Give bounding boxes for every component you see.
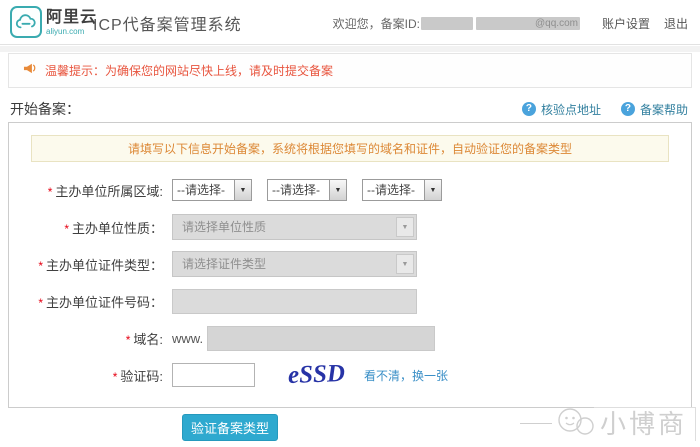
notice-text: 温馨提示：为确保您的网站尽快上线，请及时提交备案 bbox=[45, 64, 334, 78]
region-district-select[interactable]: --请选择- ▼ bbox=[362, 179, 442, 201]
required-mark: * bbox=[38, 258, 43, 273]
chat-faces-icon bbox=[556, 405, 594, 442]
form-tip: 请填写以下信息开始备案，系统将根据您填写的域名和证件，自动验证您的备案类型 bbox=[31, 135, 669, 162]
start-beian-form: 请填写以下信息开始备案，系统将根据您填写的域名和证件，自动验证您的备案类型 * 主… bbox=[8, 122, 692, 408]
region-city-select[interactable]: --请选择- ▼ bbox=[267, 179, 347, 201]
captcha-refresh-link[interactable]: 看不清，换一张 bbox=[364, 367, 448, 384]
help-icon: ? bbox=[620, 102, 635, 116]
org-nature-select: 请选择单位性质 ▼ bbox=[172, 214, 417, 240]
heading-links: ? 核验点地址 ? 备案帮助 bbox=[502, 101, 688, 118]
watermark-text: 小博商 bbox=[593, 406, 696, 441]
chevron-down-icon: ▼ bbox=[396, 254, 414, 274]
domain-input[interactable] bbox=[207, 325, 436, 351]
chevron-down-icon[interactable]: ▼ bbox=[424, 180, 441, 200]
aliyun-logo[interactable]: 阿里云 aliyun.com bbox=[10, 6, 97, 38]
required-mark: * bbox=[38, 295, 43, 310]
aliyun-cloud-icon bbox=[10, 6, 42, 38]
chevron-down-icon[interactable]: ▼ bbox=[329, 180, 346, 200]
captcha-image[interactable]: eSSD bbox=[288, 360, 346, 389]
region-row: * 主办单位所属区域: --请选择- ▼ --请选择- ▼ --请选择- ▼ bbox=[9, 177, 691, 203]
account-settings-link[interactable]: 账户设置 bbox=[602, 15, 650, 32]
org-nature-label: * 主办单位性质： bbox=[64, 220, 163, 236]
cert-type-row: * 主办单位证件类型： 请选择证件类型 ▼ bbox=[9, 251, 691, 277]
chevron-down-icon[interactable]: ▼ bbox=[234, 180, 251, 200]
brand-name: 阿里云 bbox=[46, 8, 98, 26]
required-mark: * bbox=[47, 184, 53, 199]
cert-type-select: 请选择证件类型 ▼ bbox=[172, 251, 417, 277]
domain-label: * 域名: bbox=[125, 331, 163, 347]
required-mark: * bbox=[125, 332, 131, 347]
watermark: 小博商 bbox=[519, 405, 696, 442]
required-mark: * bbox=[112, 369, 118, 384]
masked-beian-id bbox=[420, 17, 473, 30]
verify-beian-type-button[interactable]: 验证备案类型 bbox=[182, 414, 278, 441]
megaphone-icon bbox=[23, 61, 38, 80]
notice-bar: 温馨提示：为确保您的网站尽快上线，请及时提交备案 bbox=[8, 53, 692, 88]
brand-domain: aliyun.com bbox=[46, 26, 85, 36]
cert-type-label: * 主办单位证件类型： bbox=[38, 257, 163, 273]
domain-www-prefix: www. bbox=[172, 330, 204, 346]
region-label: * 主办单位所属区域: bbox=[47, 183, 163, 199]
chevron-down-icon: ▼ bbox=[396, 217, 414, 237]
cert-number-input bbox=[172, 288, 417, 314]
form-rows: * 主办单位所属区域: --请选择- ▼ --请选择- ▼ --请选择- ▼ * 主… bbox=[9, 177, 691, 389]
logout-link[interactable]: 退出 bbox=[664, 15, 688, 32]
cert-number-label: * 主办单位证件号码： bbox=[38, 294, 163, 310]
captcha-row: * 验证码: eSSD 看不清，换一张 bbox=[9, 360, 691, 389]
cert-number-row: * 主办单位证件号码： bbox=[9, 288, 691, 314]
header-gap-strip bbox=[0, 46, 700, 52]
help-icon: ? bbox=[521, 102, 536, 116]
welcome-text: 欢迎您，备案ID: bbox=[332, 17, 420, 31]
header: 阿里云 aliyun.com ICP代备案管理系统 欢迎您，备案ID: @qq.… bbox=[0, 0, 700, 45]
verification-address-link[interactable]: ? 核验点地址 bbox=[521, 101, 601, 118]
org-nature-row: * 主办单位性质： 请选择单位性质 ▼ bbox=[9, 214, 691, 240]
page-title: 开始备案： bbox=[10, 101, 80, 117]
beian-help-link[interactable]: ? 备案帮助 bbox=[620, 101, 688, 118]
region-province-select[interactable]: --请选择- ▼ bbox=[172, 179, 252, 201]
captcha-input[interactable] bbox=[172, 363, 255, 387]
required-mark: * bbox=[64, 221, 69, 236]
domain-row: * 域名: www. bbox=[9, 325, 691, 351]
header-user-area: 欢迎您，备案ID: @qq.com 账户设置 退出 bbox=[333, 15, 688, 32]
watermark-line bbox=[519, 423, 552, 424]
heading-row: 开始备案： ? 核验点地址 ? 备案帮助 bbox=[10, 98, 688, 120]
app-title: ICP代备案管理系统 bbox=[93, 17, 242, 34]
captcha-label: * 验证码: bbox=[112, 368, 163, 384]
masked-email: @qq.com bbox=[475, 17, 580, 30]
